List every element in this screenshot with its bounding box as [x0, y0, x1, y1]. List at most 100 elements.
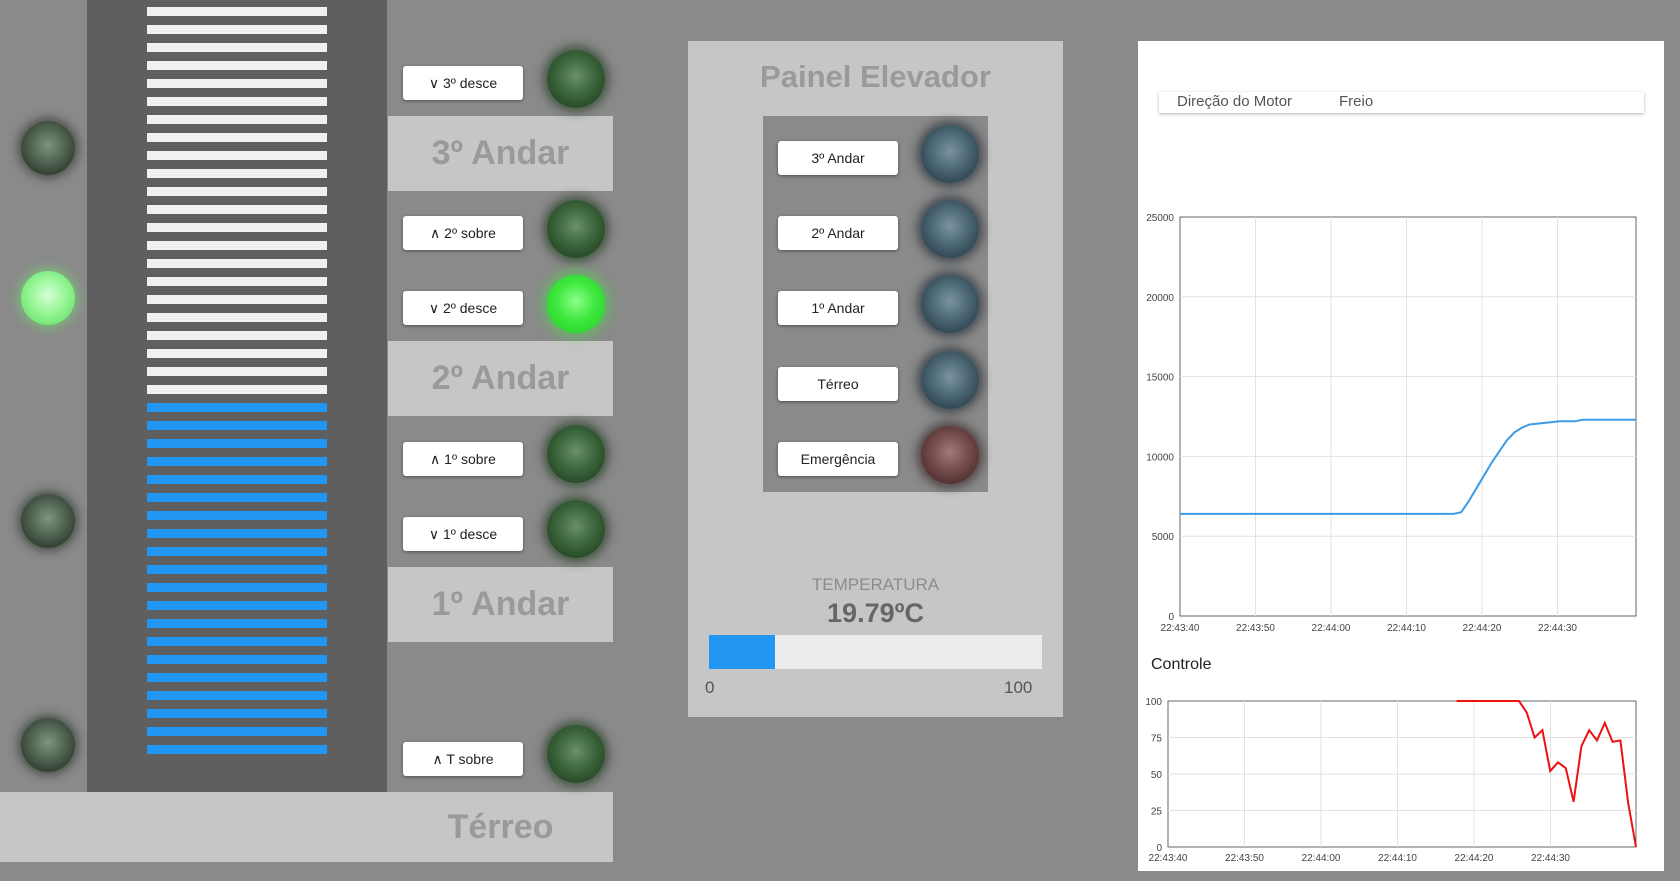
call-first-down-button[interactable]: ∨ 1º desce	[403, 517, 523, 551]
ground-indicator-led	[21, 718, 75, 772]
position-stripe-empty	[147, 241, 327, 250]
x-tick-label: 22:44:00	[1302, 853, 1341, 864]
position-stripe-empty	[147, 25, 327, 34]
y-tick-label: 50	[1151, 770, 1163, 781]
legend-item-motor-direction[interactable]: Direção do Motor	[1177, 93, 1292, 110]
floor-label-third: 3º Andar	[388, 116, 613, 191]
position-stripe-empty	[147, 223, 327, 232]
position-stripe-empty	[147, 133, 327, 142]
position-stripe-filled	[147, 439, 327, 448]
position-stripe-filled	[147, 475, 327, 484]
position-stripe-empty	[147, 97, 327, 106]
call-first-up-button[interactable]: ∧ 1º sobre	[403, 442, 523, 476]
y-tick-label: 0	[1168, 612, 1174, 623]
position-stripe-empty	[147, 169, 327, 178]
panel-emergency-button[interactable]: Emergência	[778, 442, 898, 476]
y-tick-label: 25000	[1146, 213, 1174, 224]
x-tick-label: 22:44:30	[1538, 623, 1577, 634]
position-stripe-filled	[147, 457, 327, 466]
chart-legend: Direção do Motor Freio	[1159, 92, 1644, 113]
position-stripe-filled	[147, 511, 327, 520]
position-stripe-empty	[147, 295, 327, 304]
motor-chart: 25000 20000 15000 10000 5000 022:43:40 22:43:5…	[1146, 213, 1637, 634]
charts-card: Direção do Motor Freio 25000 20000 15000 10…	[1138, 41, 1664, 871]
position-stripe-empty	[147, 79, 327, 88]
position-stripe-filled	[147, 493, 327, 502]
panel-third-floor-button[interactable]: 3º Andar	[778, 141, 898, 175]
call-second-down-led	[547, 275, 605, 333]
position-stripe-filled	[147, 619, 327, 628]
position-stripe-empty	[147, 7, 327, 16]
call-third-down-led	[547, 50, 605, 108]
temperature-scale-min: 0	[705, 678, 715, 697]
panel-first-floor-button[interactable]: 1º Andar	[778, 291, 898, 325]
call-ground-up-led	[547, 725, 605, 783]
x-tick-label: 22:44:20	[1463, 623, 1502, 634]
position-stripe-filled	[147, 529, 327, 538]
x-tick-label: 22:44:10	[1387, 623, 1426, 634]
position-stripe-filled	[147, 709, 327, 718]
y-tick-label: 5000	[1152, 532, 1175, 543]
control-chart-title: Controle	[1151, 656, 1212, 673]
position-stripe-filled	[147, 565, 327, 574]
y-tick-label: 100	[1145, 697, 1162, 708]
panel-third-floor-led	[921, 125, 979, 183]
panel-ground-floor-button[interactable]: Térreo	[778, 367, 898, 401]
position-stripe-empty	[147, 277, 327, 286]
panel-emergency-led	[921, 426, 979, 484]
y-tick-label: 20000	[1146, 293, 1174, 304]
temperature-gauge-fill	[709, 635, 775, 669]
position-stripe-filled	[147, 745, 327, 754]
position-stripe-empty	[147, 115, 327, 124]
plot-area	[1179, 216, 1637, 617]
x-tick-label: 22:43:50	[1236, 623, 1275, 634]
position-stripe-empty	[147, 367, 327, 376]
temperature-value: 19.79ºC	[827, 598, 924, 628]
position-stripe-filled	[147, 673, 327, 682]
position-stripe-filled	[147, 601, 327, 610]
position-stripe-filled	[147, 421, 327, 430]
x-tick-label: 22:44:20	[1455, 853, 1494, 864]
panel-title: Painel Elevador	[760, 59, 991, 94]
position-stripe-filled	[147, 727, 327, 736]
floor3-indicator-led	[21, 121, 75, 175]
position-stripe-empty	[147, 187, 327, 196]
floor1-indicator-led	[21, 494, 75, 548]
panel-second-floor-button[interactable]: 2º Andar	[778, 216, 898, 250]
floor2-indicator-led	[21, 271, 75, 325]
floor-label-first: 1º Andar	[388, 567, 613, 642]
temperature-gauge	[709, 635, 1042, 669]
call-ground-up-button[interactable]: ∧ T sobre	[403, 742, 523, 776]
panel-first-floor-led	[921, 275, 979, 333]
elevator-panel: Painel Elevador 3º Andar 2º Andar 1º And…	[688, 41, 1063, 717]
position-stripe-filled	[147, 691, 327, 700]
y-tick-label: 25	[1151, 807, 1163, 818]
position-stripe-empty	[147, 43, 327, 52]
legend-item-brake[interactable]: Freio	[1339, 93, 1373, 110]
x-tick-label: 22:44:00	[1312, 623, 1351, 634]
x-tick-label: 22:44:30	[1531, 853, 1570, 864]
panel-ground-floor-led	[921, 351, 979, 409]
position-stripe-filled	[147, 583, 327, 592]
position-stripe-empty	[147, 313, 327, 322]
x-tick-label: 22:43:40	[1161, 623, 1200, 634]
position-stripe-empty	[147, 385, 327, 394]
position-stripe-empty	[147, 205, 327, 214]
call-second-up-button[interactable]: ∧ 2º sobre	[403, 216, 523, 250]
position-stripe-filled	[147, 547, 327, 556]
floor-label-ground: Térreo	[447, 807, 554, 846]
y-tick-label: 10000	[1146, 452, 1174, 463]
call-third-down-button[interactable]: ∨ 3º desce	[403, 66, 523, 100]
call-second-up-led	[547, 200, 605, 258]
x-tick-label: 22:43:50	[1225, 853, 1264, 864]
y-tick-label: 15000	[1146, 373, 1174, 384]
x-tick-label: 22:44:10	[1378, 853, 1417, 864]
floor-label-second: 2º Andar	[388, 341, 613, 416]
x-tick-label: 22:43:40	[1149, 853, 1188, 864]
y-tick-label: 75	[1151, 734, 1163, 745]
temperature-scale-max: 100	[1004, 678, 1033, 697]
call-second-down-button[interactable]: ∨ 2º desce	[403, 291, 523, 325]
temperature-label: TEMPERATURA	[811, 575, 940, 594]
position-stripe-empty	[147, 331, 327, 340]
position-stripe-empty	[147, 151, 327, 160]
